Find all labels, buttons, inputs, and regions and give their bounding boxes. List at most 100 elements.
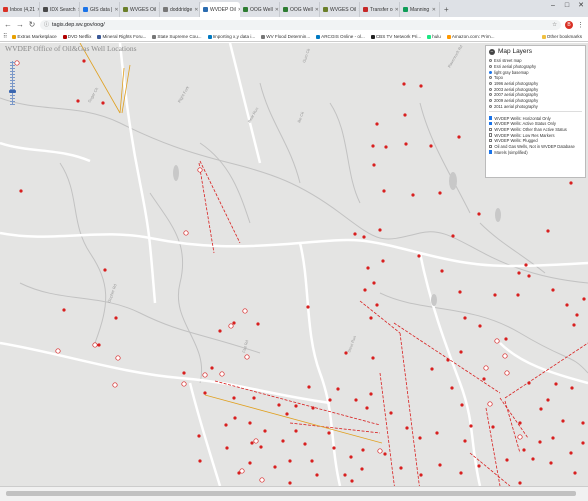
basemap-radio[interactable] xyxy=(489,99,492,103)
tab-close-icon[interactable]: ✕ xyxy=(315,7,319,13)
basemap-option[interactable]: 2011 aerial photography xyxy=(489,104,582,110)
menu-icon[interactable]: ⋮ xyxy=(577,21,584,29)
zoom-slider[interactable] xyxy=(7,59,19,107)
tab-title: Manning xyxy=(410,6,430,13)
overlay-checkbox[interactable] xyxy=(489,127,493,132)
tab-close-icon[interactable]: ✕ xyxy=(432,7,436,13)
bookmark-item[interactable]: State Supreme Cou... xyxy=(149,34,204,39)
zoom-tick[interactable] xyxy=(10,104,15,105)
zoom-tick[interactable] xyxy=(10,65,15,66)
basemap-label: light gray basemap xyxy=(494,69,529,75)
browser-tab[interactable]: GIS data | ✕ xyxy=(80,2,120,17)
active-well-marker xyxy=(582,297,586,301)
overlay-checkbox[interactable] xyxy=(489,122,493,126)
tab-favicon-icon xyxy=(83,7,88,12)
scrollbar-thumb[interactable] xyxy=(6,491,576,496)
zoom-tick[interactable] xyxy=(10,101,15,102)
active-well-marker xyxy=(549,461,553,465)
browser-tab[interactable]: WVGES Oil✕ xyxy=(320,2,360,17)
horizontal-well-marker xyxy=(504,370,510,376)
active-well-marker xyxy=(402,82,406,86)
overlay-checkbox[interactable] xyxy=(489,150,493,154)
zoom-tick[interactable] xyxy=(10,80,15,81)
browser-tab[interactable]: OOG Well ✕ xyxy=(280,2,320,17)
active-well-marker xyxy=(478,324,482,328)
basemap-radio[interactable] xyxy=(489,76,492,80)
bookmark-item[interactable]: WV Flood Determin... xyxy=(258,34,313,39)
new-tab-button[interactable]: + xyxy=(440,2,453,17)
bookmark-item[interactable]: ARCGIS Online - ol... xyxy=(313,34,368,39)
horizontal-well-marker xyxy=(55,348,61,354)
zoom-tick[interactable] xyxy=(10,71,15,72)
collapse-layers-icon[interactable]: − xyxy=(489,48,495,55)
browser-tab[interactable]: WVDEP Oil ✕ xyxy=(200,2,240,17)
overlay-checkbox[interactable] xyxy=(489,133,493,137)
bookmark-item[interactable]: Extras Marketplace xyxy=(9,34,59,39)
horizontal-well-marker xyxy=(517,434,523,440)
zoom-handle[interactable] xyxy=(9,90,16,93)
basemap-radio[interactable] xyxy=(489,70,492,74)
active-well-marker xyxy=(19,189,23,193)
minimize-icon[interactable]: – xyxy=(546,0,560,12)
reload-icon[interactable]: ↻ xyxy=(28,20,36,29)
url-text: tagis.dep.wv.gov/oog/ xyxy=(52,21,105,28)
overlay-checkbox[interactable] xyxy=(489,139,493,143)
other-bookmarks[interactable]: Other bookmarks xyxy=(539,34,585,39)
browser-tab[interactable]: doddridge ✕ xyxy=(160,2,200,17)
overlay-checkbox[interactable] xyxy=(489,144,493,149)
basemap-radio[interactable] xyxy=(489,87,492,91)
bookmark-item[interactable]: Importing x,y data i... xyxy=(205,34,259,39)
zoom-tick[interactable] xyxy=(10,74,15,75)
zoom-tick[interactable] xyxy=(10,62,15,63)
basemap-radio[interactable] xyxy=(489,104,492,108)
zoom-tick[interactable] xyxy=(10,68,15,69)
star-icon[interactable]: ☆ xyxy=(552,22,557,28)
tab-close-icon[interactable]: ✕ xyxy=(395,7,399,13)
profile-avatar[interactable]: B xyxy=(565,20,573,29)
zoom-tick[interactable] xyxy=(10,98,15,99)
bookmark-item[interactable]: Mineral Rights Foru... xyxy=(94,34,149,39)
active-well-marker xyxy=(438,191,442,195)
active-well-marker xyxy=(310,459,314,463)
info-icon[interactable]: ⓘ xyxy=(44,21,49,28)
bookmark-item[interactable]: hulu xyxy=(424,34,444,39)
basemap-radio[interactable] xyxy=(489,82,492,86)
horizontal-well-marker xyxy=(483,365,489,371)
basemap-radio[interactable] xyxy=(489,59,492,63)
browser-tab[interactable]: WVGES Oil✕ xyxy=(120,2,160,17)
browser-tab[interactable]: Transfer o ✕ xyxy=(360,2,400,17)
map-viewport[interactable]: Sugar Ck Right Fork Gum Ck Ike Ck Ravenrock … xyxy=(0,43,588,486)
browser-tab[interactable]: OOG Well ✕ xyxy=(240,2,280,17)
active-well-marker xyxy=(375,122,379,126)
close-icon[interactable]: ✕ xyxy=(574,0,588,12)
map-layers-panel: − Map Layers Esri street map Esri aerial … xyxy=(485,45,586,178)
overlay-option[interactable]: Marels (simplified) xyxy=(489,149,582,155)
active-well-marker xyxy=(450,386,454,390)
zoom-tick[interactable] xyxy=(10,86,15,87)
back-arrow-icon[interactable]: ← xyxy=(4,20,12,29)
active-well-marker xyxy=(82,59,86,63)
zoom-tick[interactable] xyxy=(10,95,15,96)
active-well-marker xyxy=(332,446,336,450)
overlay-option[interactable]: Oil and Gas Wells, Not in WVDEP Database xyxy=(489,144,582,150)
basemap-radio[interactable] xyxy=(489,65,492,69)
zoom-tick[interactable] xyxy=(10,77,15,78)
bookmark-item[interactable]: Amazon.com: Prim... xyxy=(444,34,498,39)
active-well-marker xyxy=(581,441,585,445)
overlay-checkbox[interactable] xyxy=(489,116,493,120)
address-bar[interactable]: ⓘ tagis.dep.wv.gov/oog/ ☆ xyxy=(40,19,561,30)
basemap-radio[interactable] xyxy=(489,93,492,97)
zoom-tick[interactable] xyxy=(10,83,15,84)
horizontal-scrollbar[interactable] xyxy=(0,486,588,501)
browser-tab[interactable]: Manning ✕ xyxy=(400,2,440,17)
tab-close-icon[interactable]: ✕ xyxy=(114,7,118,13)
bookmark-item[interactable]: DVD Netflix xyxy=(60,34,95,39)
bookmark-item[interactable]: CBS TV Network Pri... xyxy=(368,34,424,39)
tab-close-icon[interactable]: ✕ xyxy=(275,7,279,13)
browser-tab[interactable]: IDX Search✕ xyxy=(40,2,80,17)
browser-tab[interactable]: Inbox (4,21✕ xyxy=(0,2,40,17)
apps-icon[interactable]: ⠿ xyxy=(3,33,7,40)
forward-arrow-icon[interactable]: → xyxy=(16,20,24,29)
maximize-icon[interactable]: □ xyxy=(560,0,574,12)
tab-close-icon[interactable]: ✕ xyxy=(194,7,198,13)
